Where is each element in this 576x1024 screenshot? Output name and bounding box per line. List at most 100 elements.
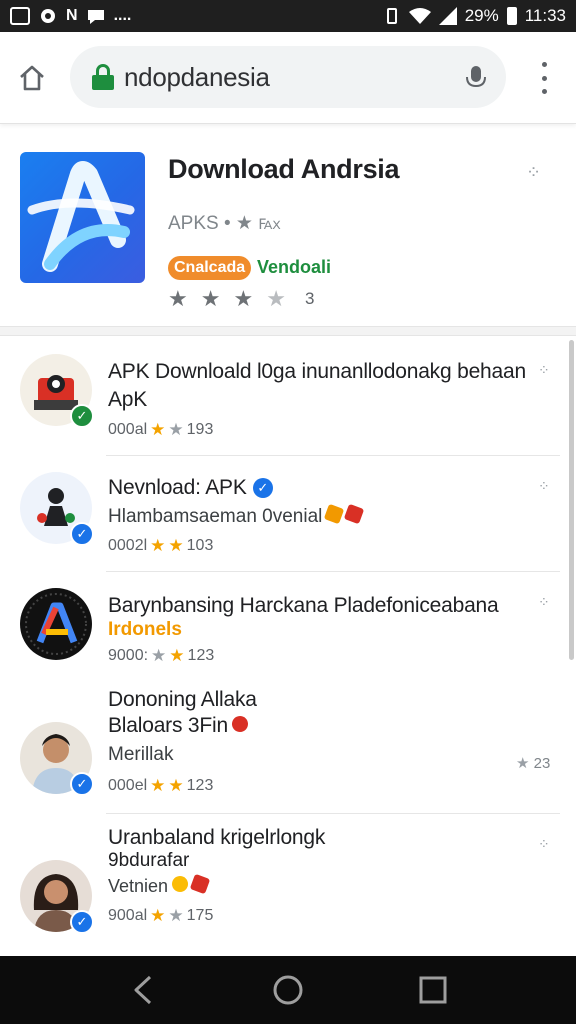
- item-rating-prefix: 000al: [108, 421, 148, 438]
- item-title-line2: 9bdurafar: [108, 850, 190, 871]
- url-bar[interactable]: ndopdanesia: [70, 46, 506, 108]
- item-subtitle: Irdonels: [108, 619, 182, 640]
- verified-check-icon: ✓: [252, 478, 273, 498]
- list-item[interactable]: Barynbansing Harckana Pladefoniceabana I…: [0, 572, 568, 680]
- featured-meta: APKS • ★ ℻: [168, 213, 281, 234]
- app-icon: [20, 152, 145, 283]
- item-rating: 9000: ★ ★ 123: [108, 646, 214, 666]
- home-button[interactable]: [14, 60, 50, 96]
- app-avatar: [20, 588, 92, 660]
- settings-icon: [41, 9, 55, 23]
- back-button[interactable]: [121, 968, 165, 1012]
- star-icon: ★: [150, 776, 166, 795]
- category-badge: Cnalcada: [168, 256, 252, 280]
- item-rating-count: 123: [187, 647, 215, 664]
- app-avatar: ✓: [20, 354, 94, 428]
- item-subtitle: Hlambamsaeman 0venial: [108, 503, 365, 529]
- list-item[interactable]: ✓ Uranbaland krigelrlongk 9bdurafar Vetn…: [0, 814, 568, 946]
- back-icon: [134, 975, 151, 1005]
- user-avatar: ✓: [20, 860, 94, 934]
- share-icon[interactable]: ⁘: [538, 362, 550, 379]
- item-rating-count: 175: [186, 907, 214, 924]
- home-circle-icon: [273, 975, 303, 1005]
- lock-icon: [92, 64, 114, 90]
- star-empty-icon: ★: [266, 286, 286, 311]
- mic-icon[interactable]: [464, 64, 488, 92]
- featured-rating: ★ ★ ★ ★ 3: [168, 288, 314, 310]
- recents-icon: [419, 976, 447, 1004]
- app-avatar: ✓: [20, 472, 94, 546]
- star-empty-icon: ★: [168, 420, 184, 439]
- star-icon: ★: [168, 286, 188, 311]
- item-rating-prefix: 900al: [108, 907, 148, 924]
- item-rating-prefix: 0002l: [108, 537, 148, 554]
- item-rating: 0002l ★ ★ 103: [108, 536, 213, 556]
- more-vert-icon[interactable]: [536, 62, 552, 94]
- featured-app-card[interactable]: Download Andrsia ⁘ APKS • ★ ℻ Cnalcada V…: [0, 126, 576, 326]
- tag-icon: [324, 503, 345, 525]
- item-title-line2: Blaloars 3Fin: [108, 712, 251, 739]
- star-empty-icon: ★: [151, 646, 167, 665]
- item-rating-prefix: 9000:: [108, 647, 149, 664]
- star-icon: ★: [233, 286, 254, 311]
- item-rating: 000al ★ ★ 193: [108, 420, 213, 440]
- emoji-icon: [169, 873, 191, 895]
- item-subtitle: Vetnien: [108, 873, 211, 899]
- verified-badge-icon: ✓: [70, 404, 94, 428]
- star-empty-icon: ★: [168, 906, 184, 925]
- wifi-icon: [408, 8, 431, 24]
- item-rating: 900al ★ ★ 175: [108, 906, 213, 926]
- user-avatar: ✓: [20, 722, 94, 796]
- star-icon: ★: [150, 536, 166, 555]
- verified-badge-icon: ✓: [70, 910, 94, 934]
- system-nav-bar: [0, 956, 576, 1024]
- home-icon: [20, 65, 44, 91]
- item-title: Uranbaland krigelrlongk: [108, 826, 326, 849]
- chat-icon: [87, 10, 104, 24]
- status-bar: N .... 29% 11:33: [0, 0, 576, 32]
- browser-toolbar: ndopdanesia: [0, 32, 576, 124]
- item-title: Barynbansing Harckana Pladefoniceabana: [108, 594, 499, 617]
- star-icon: ★: [516, 755, 530, 772]
- share-icon[interactable]: ⁘: [538, 594, 550, 611]
- featured-status: Vendoali: [257, 257, 332, 277]
- battery-percent: 29%: [464, 6, 499, 25]
- featured-rating-value: 3: [304, 289, 315, 308]
- side-rating: ★ 23: [516, 755, 551, 772]
- item-title: Dononing Allaka: [108, 688, 257, 711]
- item-rating: 000el ★ ★ 123: [108, 776, 213, 796]
- item-title: APK Downloald l0ga inunanllodonakg behaa…: [108, 360, 526, 383]
- item-rating-count: 123: [186, 777, 214, 794]
- featured-title: Download Andrsia: [168, 154, 400, 184]
- list-item[interactable]: ✓ APK Downloald l0ga inunanllodonakg beh…: [0, 340, 568, 456]
- share-icon[interactable]: ⁘: [526, 162, 541, 183]
- star-icon: ★: [168, 776, 184, 795]
- list-item[interactable]: ✓ Nevnload: APK ✓ Hlambamsaeman 0venial 0…: [0, 456, 568, 572]
- section-divider: [0, 326, 576, 336]
- vibrate-icon: [386, 8, 397, 24]
- item-rating-count: 193: [186, 421, 214, 438]
- item-rating-prefix: 000el: [108, 777, 148, 794]
- url-text: ndopdanesia: [124, 61, 270, 92]
- list-item[interactable]: ✓ Dononing Allaka Blaloars 3Fin Merillak…: [0, 680, 568, 814]
- share-icon[interactable]: ⁘: [538, 836, 550, 853]
- item-subtitle: Merillak: [108, 744, 174, 765]
- home-nav-button[interactable]: [266, 968, 310, 1012]
- star-icon: ★: [169, 646, 185, 665]
- star-icon: ★: [150, 906, 166, 925]
- status-left-icons: N ....: [10, 7, 131, 25]
- emoji-icon: [189, 873, 211, 895]
- verified-badge-icon: ✓: [70, 522, 94, 546]
- clock: 11:33: [524, 6, 566, 25]
- more-notifications-indicator: ....: [113, 7, 132, 24]
- emoji-icon: [229, 713, 251, 735]
- recents-button[interactable]: [411, 968, 455, 1012]
- scrollbar[interactable]: [569, 340, 574, 660]
- star-icon: ★: [168, 536, 184, 555]
- tag-icon: [344, 503, 365, 525]
- item-title-line2: ApK: [108, 388, 148, 411]
- star-icon: ★: [200, 286, 221, 311]
- share-icon[interactable]: ⁘: [538, 478, 550, 495]
- battery-icon: [506, 7, 517, 25]
- gallery-icon: [10, 7, 30, 25]
